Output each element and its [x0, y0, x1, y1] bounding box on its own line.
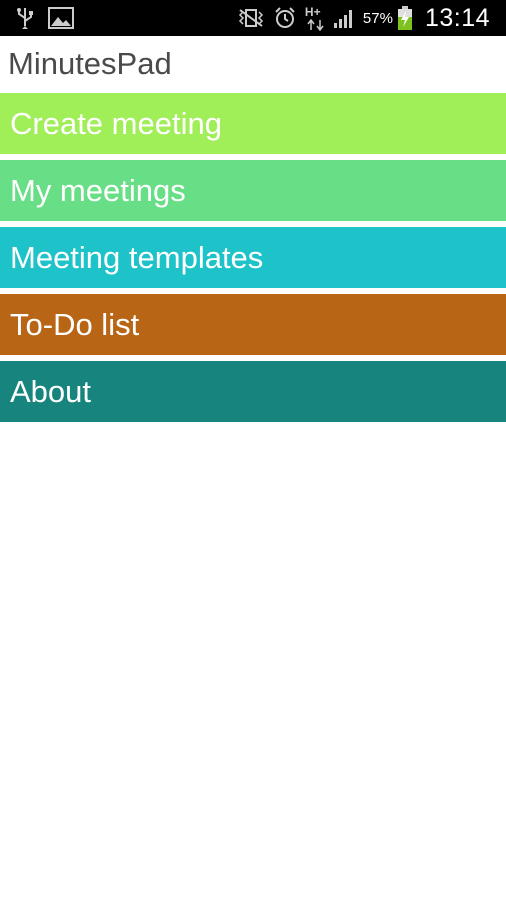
- menu-item-label: Create meeting: [10, 105, 222, 141]
- usb-icon: [16, 6, 34, 30]
- menu-item-label: Meeting templates: [10, 239, 264, 275]
- app-title: MinutesPad: [8, 46, 172, 81]
- my-meetings-button[interactable]: My meetings: [0, 160, 506, 221]
- signal-icon: [333, 7, 355, 29]
- meeting-templates-button[interactable]: Meeting templates: [0, 227, 506, 288]
- todo-list-button[interactable]: To-Do list: [0, 294, 506, 355]
- alarm-icon: [273, 6, 297, 30]
- create-meeting-button[interactable]: Create meeting: [0, 93, 506, 154]
- vibrate-icon: [237, 8, 265, 28]
- battery-charging-icon: [397, 5, 413, 31]
- status-bar-right: H+ 57% 13:14: [237, 4, 490, 32]
- network-hplus-icon: H+: [305, 5, 325, 31]
- main-menu: Create meeting My meetings Meeting templ…: [0, 93, 506, 428]
- menu-item-label: My meetings: [10, 172, 186, 208]
- network-type-label: H+: [304, 5, 321, 19]
- status-bar-left: [16, 5, 74, 31]
- menu-item-label: To-Do list: [10, 306, 140, 342]
- image-icon: [48, 7, 74, 29]
- about-button[interactable]: About: [0, 361, 506, 422]
- status-bar: H+ 57% 13:14: [0, 0, 506, 36]
- status-clock: 13:14: [424, 3, 490, 32]
- menu-item-label: About: [10, 373, 92, 409]
- battery-percent: 57%: [362, 9, 393, 27]
